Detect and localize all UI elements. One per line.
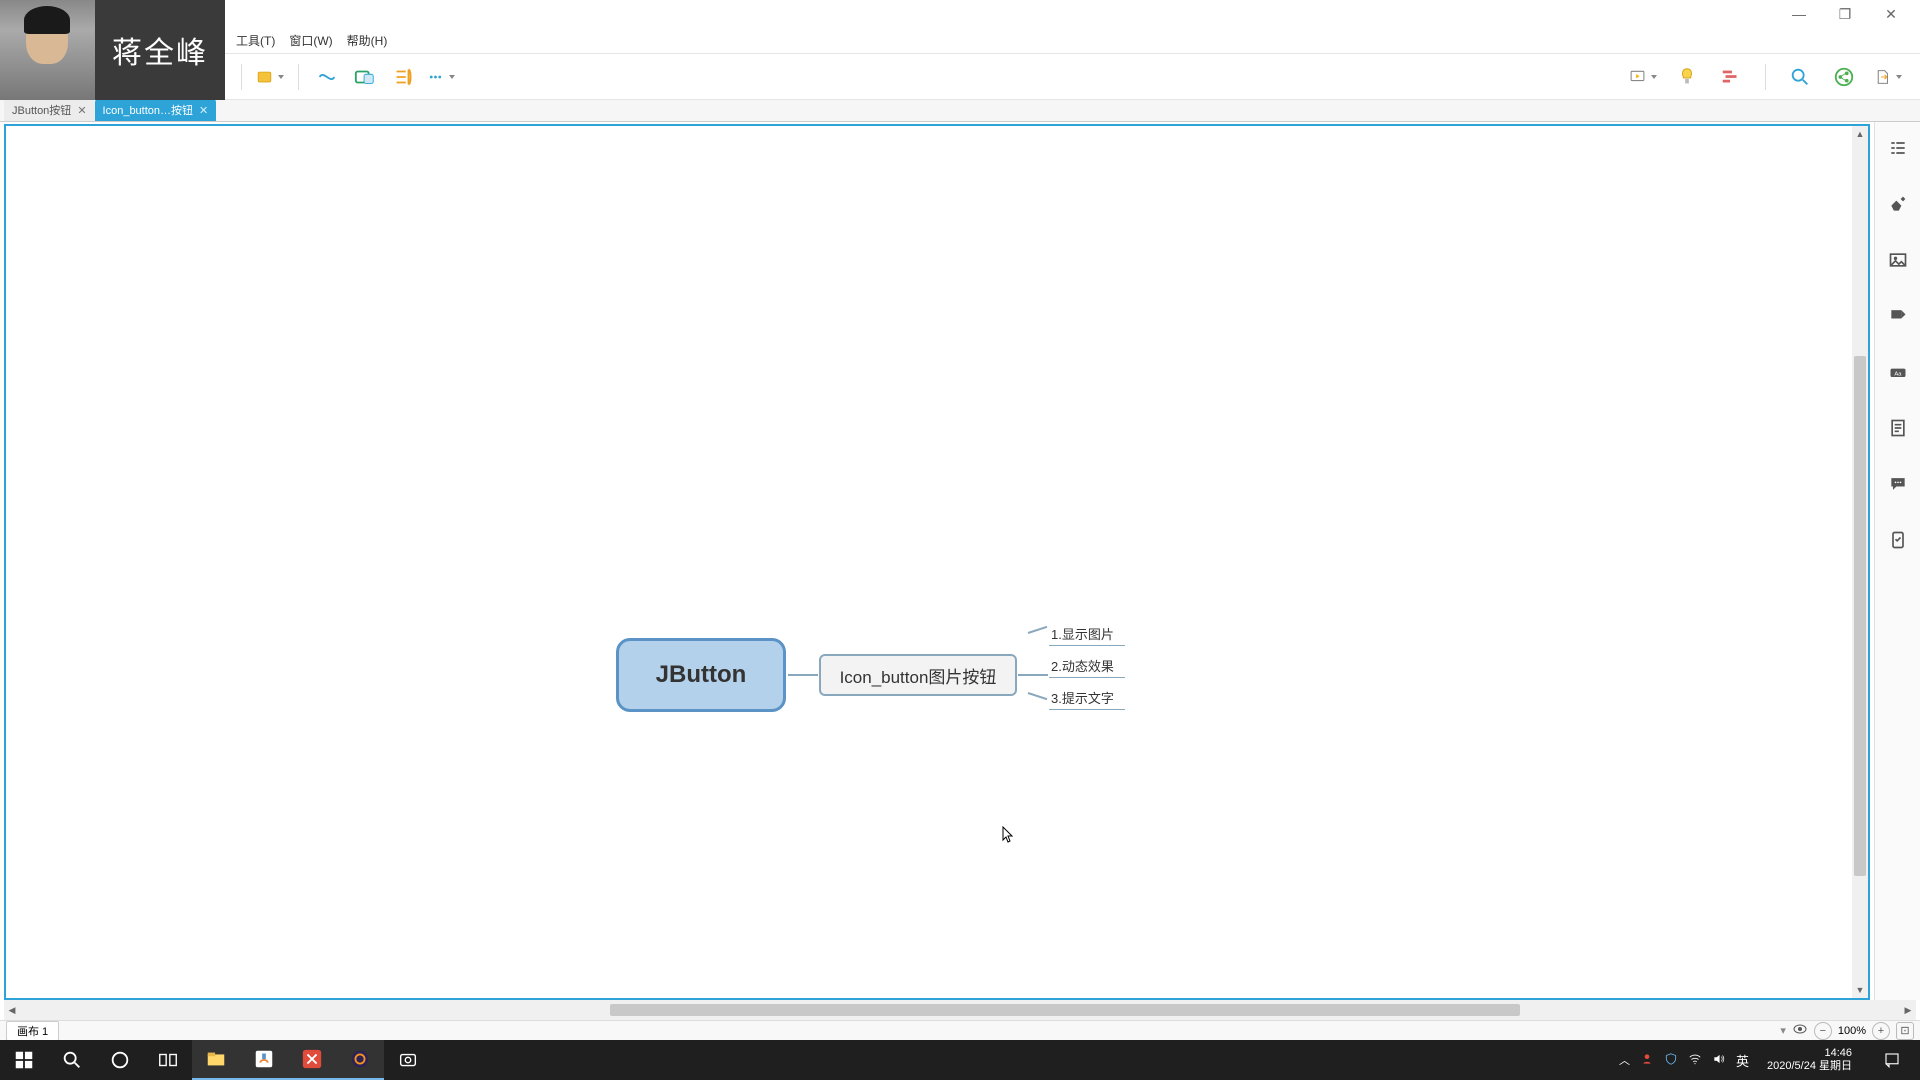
close-icon[interactable]: ✕	[77, 104, 86, 117]
horizontal-scrollbar[interactable]: ◀ ▶	[4, 1000, 1916, 1020]
presentation-dropdown[interactable]	[1629, 63, 1657, 91]
outline-icon[interactable]	[1884, 134, 1912, 162]
zoom-out-button[interactable]: −	[1814, 1022, 1832, 1040]
tray-security-icon[interactable]	[1664, 1052, 1678, 1069]
iconset-icon[interactable]: Aa	[1884, 358, 1912, 386]
image-icon[interactable]	[1884, 246, 1912, 274]
gantt-icon[interactable]	[1717, 63, 1745, 91]
mindmap-leaf-node[interactable]: 1.显示图片	[1049, 624, 1125, 646]
format-icon[interactable]	[1884, 190, 1912, 218]
mindmap-root-node[interactable]: JButton	[616, 638, 786, 712]
summary-icon[interactable]	[389, 63, 417, 91]
tray-time: 14:46	[1767, 1047, 1852, 1060]
zoom-value[interactable]: 100%	[1838, 1025, 1866, 1037]
scroll-up-icon[interactable]: ▲	[1852, 126, 1868, 142]
menubar: 修改(M) 工具(T) 窗口(W) 帮助(H)	[0, 28, 1920, 54]
mindmap-connector	[788, 674, 818, 676]
taskbar-xmind[interactable]	[288, 1040, 336, 1080]
sheet-tab[interactable]: 画布 1	[6, 1021, 59, 1041]
style-dropdown[interactable]	[256, 63, 284, 91]
tab-label: Icon_button…按钮	[103, 102, 194, 118]
maximize-button[interactable]: ❐	[1822, 0, 1868, 28]
tray-app-icon[interactable]	[1640, 1052, 1654, 1069]
task-icon[interactable]	[1884, 526, 1912, 554]
workspace: JButton Icon_button图片按钮 1.显示图片 2.动态效果 3.…	[0, 122, 1920, 1000]
scroll-down-icon[interactable]: ▼	[1852, 982, 1868, 998]
tray-volume-icon[interactable]	[1712, 1052, 1726, 1069]
filter-icon[interactable]: ▾	[1780, 1024, 1786, 1037]
search-button[interactable]	[48, 1040, 96, 1080]
tray-wifi-icon[interactable]	[1688, 1052, 1702, 1069]
scroll-right-icon[interactable]: ▶	[1900, 1005, 1916, 1016]
brainstorm-icon[interactable]	[1673, 63, 1701, 91]
tray-date: 2020/5/24 星期日	[1767, 1060, 1852, 1073]
mindmap-leaf-node[interactable]: 3.提示文字	[1049, 688, 1125, 710]
relationship-icon[interactable]	[313, 63, 341, 91]
zoom-in-button[interactable]: +	[1872, 1022, 1890, 1040]
toolbar	[0, 54, 1920, 100]
webcam-face	[0, 0, 95, 100]
boundary-icon[interactable]	[351, 63, 379, 91]
mindmap-child-node[interactable]: Icon_button图片按钮	[819, 654, 1017, 696]
export-dropdown[interactable]	[1874, 63, 1902, 91]
vertical-scrollbar[interactable]: ▲ ▼	[1852, 126, 1868, 998]
close-button[interactable]: ✕	[1868, 0, 1914, 28]
side-panel: Aa	[1874, 122, 1920, 1000]
mouse-cursor	[1002, 826, 1014, 844]
webcam-overlay: 蒋全峰	[0, 0, 225, 100]
minimize-button[interactable]: —	[1776, 0, 1822, 28]
titlebar: — ❐ ✕	[0, 0, 1920, 28]
toolbar-separator	[241, 64, 242, 90]
visibility-icon[interactable]	[1792, 1021, 1808, 1040]
notifications-button[interactable]	[1870, 1040, 1914, 1080]
tray-clock[interactable]: 14:46 2020/5/24 星期日	[1759, 1047, 1860, 1073]
menu-window[interactable]: 窗口(W)	[289, 32, 332, 49]
fit-button[interactable]: ⊡	[1896, 1022, 1914, 1040]
mindmap-connector	[1028, 626, 1048, 698]
scroll-left-icon[interactable]: ◀	[4, 1005, 20, 1016]
menu-help[interactable]: 帮助(H)	[347, 32, 388, 49]
taskview-button[interactable]	[144, 1040, 192, 1080]
taskbar-app-2[interactable]	[384, 1040, 432, 1080]
scrollbar-thumb[interactable]	[1854, 356, 1866, 876]
webcam-name: 蒋全峰	[95, 28, 225, 72]
tab-label: JButton按钮	[12, 102, 71, 118]
system-tray: ︿ 英 14:46 2020/5/24 星期日	[1619, 1040, 1920, 1080]
taskbar-explorer[interactable]	[192, 1040, 240, 1080]
sheet-row: 画布 1 ▾ − 100% + ⊡	[0, 1020, 1920, 1040]
toolbar-separator	[1765, 64, 1766, 90]
share-icon[interactable]	[1830, 63, 1858, 91]
canvas[interactable]: JButton Icon_button图片按钮 1.显示图片 2.动态效果 3.…	[4, 124, 1870, 1000]
search-icon[interactable]	[1786, 63, 1814, 91]
marker-icon[interactable]	[1884, 302, 1912, 330]
taskbar-app-1[interactable]	[240, 1040, 288, 1080]
tray-ime[interactable]: 英	[1736, 1051, 1749, 1070]
cortana-button[interactable]	[96, 1040, 144, 1080]
tray-chevron-icon[interactable]: ︿	[1619, 1052, 1630, 1068]
svg-text:Aa: Aa	[1894, 371, 1902, 377]
menu-tools[interactable]: 工具(T)	[236, 32, 275, 49]
more-dropdown[interactable]	[427, 63, 455, 91]
start-button[interactable]	[0, 1040, 48, 1080]
close-icon[interactable]: ✕	[199, 104, 208, 117]
notes-icon[interactable]	[1884, 414, 1912, 442]
comments-icon[interactable]	[1884, 470, 1912, 498]
document-tabstrip: JButton按钮 ✕ Icon_button…按钮 ✕	[0, 100, 1920, 122]
toolbar-separator	[298, 64, 299, 90]
tab-active[interactable]: Icon_button…按钮 ✕	[95, 99, 217, 121]
scrollbar-thumb[interactable]	[610, 1004, 1520, 1016]
taskbar-eclipse[interactable]	[336, 1040, 384, 1080]
mindmap-leaf-node[interactable]: 2.动态效果	[1049, 656, 1125, 678]
tab-inactive[interactable]: JButton按钮 ✕	[4, 99, 95, 121]
windows-taskbar: ︿ 英 14:46 2020/5/24 星期日	[0, 1040, 1920, 1080]
